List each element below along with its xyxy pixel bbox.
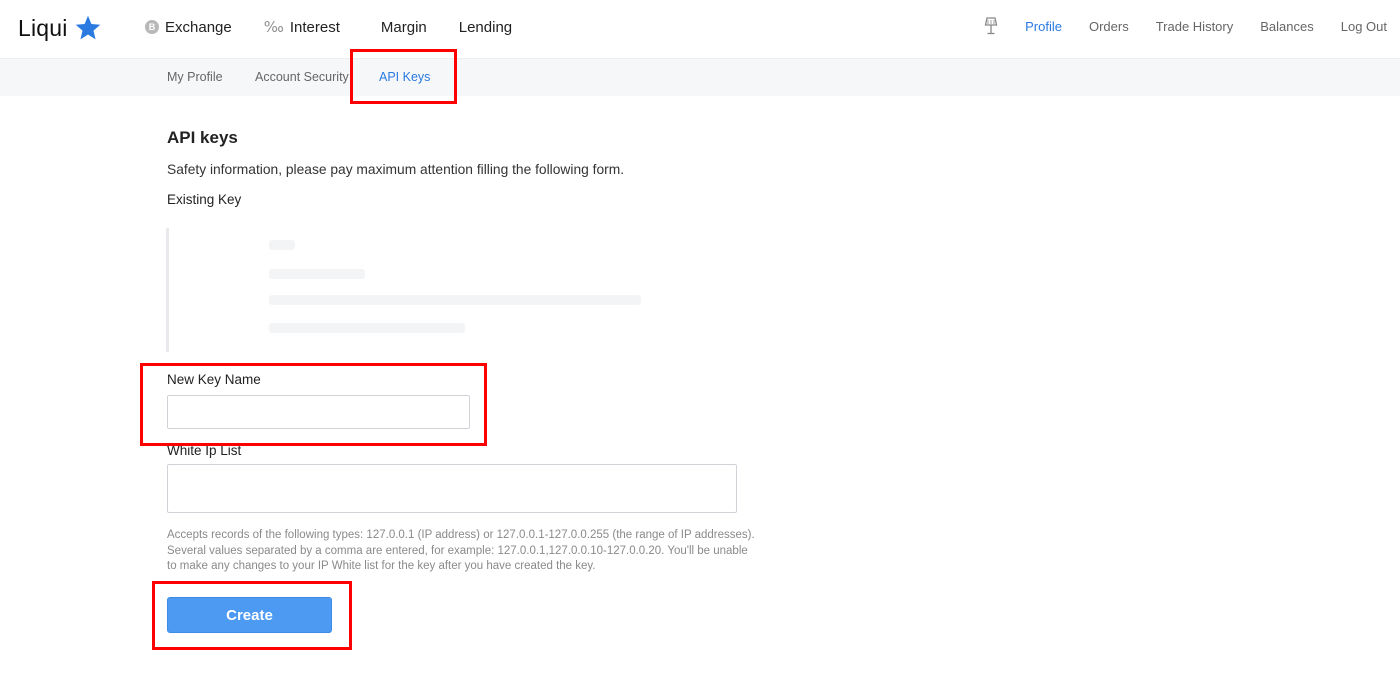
liqui-logo[interactable]: Liqui: [18, 12, 102, 44]
safety-text: Safety information, please pay maximum a…: [167, 162, 625, 177]
new-key-name-label: New Key Name: [167, 372, 261, 387]
logo-text: Liqui: [18, 14, 68, 41]
existing-key-placeholder-line: [269, 240, 295, 250]
existing-key-panel: [166, 228, 726, 352]
existing-key-placeholder-line: [269, 269, 365, 279]
nav-exchange-label: Exchange: [165, 18, 232, 36]
permille-icon: ‰: [263, 18, 284, 36]
lamp-icon[interactable]: [984, 17, 998, 35]
nav-interest-label: Interest: [289, 18, 340, 36]
nav-lending[interactable]: Lending: [459, 19, 512, 36]
tab-my-profile[interactable]: My Profile: [167, 70, 223, 84]
existing-key-label: Existing Key: [167, 192, 242, 207]
nav-margin[interactable]: Margin: [381, 19, 427, 36]
profile-sub-nav: My Profile Account Security API Keys: [0, 58, 1400, 96]
top-navigation-bar: Liqui B Exchange ‰ Interest Margin Lendi…: [0, 0, 1400, 58]
main-nav: B Exchange ‰ Interest Margin Lending: [145, 16, 544, 38]
nav-margin-label: Margin: [380, 18, 427, 36]
new-key-name-input[interactable]: [167, 395, 470, 429]
nav-log-out[interactable]: Log Out: [1341, 19, 1387, 34]
nav-lending-label: Lending: [458, 18, 513, 36]
create-button[interactable]: Create: [167, 597, 332, 633]
tab-api-keys[interactable]: API Keys: [379, 70, 430, 84]
existing-key-placeholder-line: [269, 295, 641, 305]
existing-key-placeholder-line: [269, 323, 465, 333]
page-title: API keys: [167, 128, 238, 147]
nav-exchange[interactable]: B Exchange: [145, 19, 232, 36]
nav-orders[interactable]: Orders: [1089, 19, 1129, 34]
nav-interest[interactable]: ‰ Interest: [264, 18, 340, 36]
white-ip-help-text: Accepts records of the following types: …: [167, 529, 755, 572]
white-ip-list-label: White Ip List: [167, 443, 242, 458]
tab-account-security[interactable]: Account Security: [255, 70, 349, 84]
star-icon: [75, 15, 100, 40]
nav-trade-history[interactable]: Trade History: [1156, 19, 1234, 34]
account-nav: Profile Orders Trade History Balances Lo…: [984, 16, 1387, 36]
coin-icon: B: [145, 20, 159, 34]
white-ip-list-input[interactable]: [167, 464, 737, 513]
nav-balances[interactable]: Balances: [1260, 19, 1313, 34]
nav-profile[interactable]: Profile: [1025, 19, 1062, 34]
